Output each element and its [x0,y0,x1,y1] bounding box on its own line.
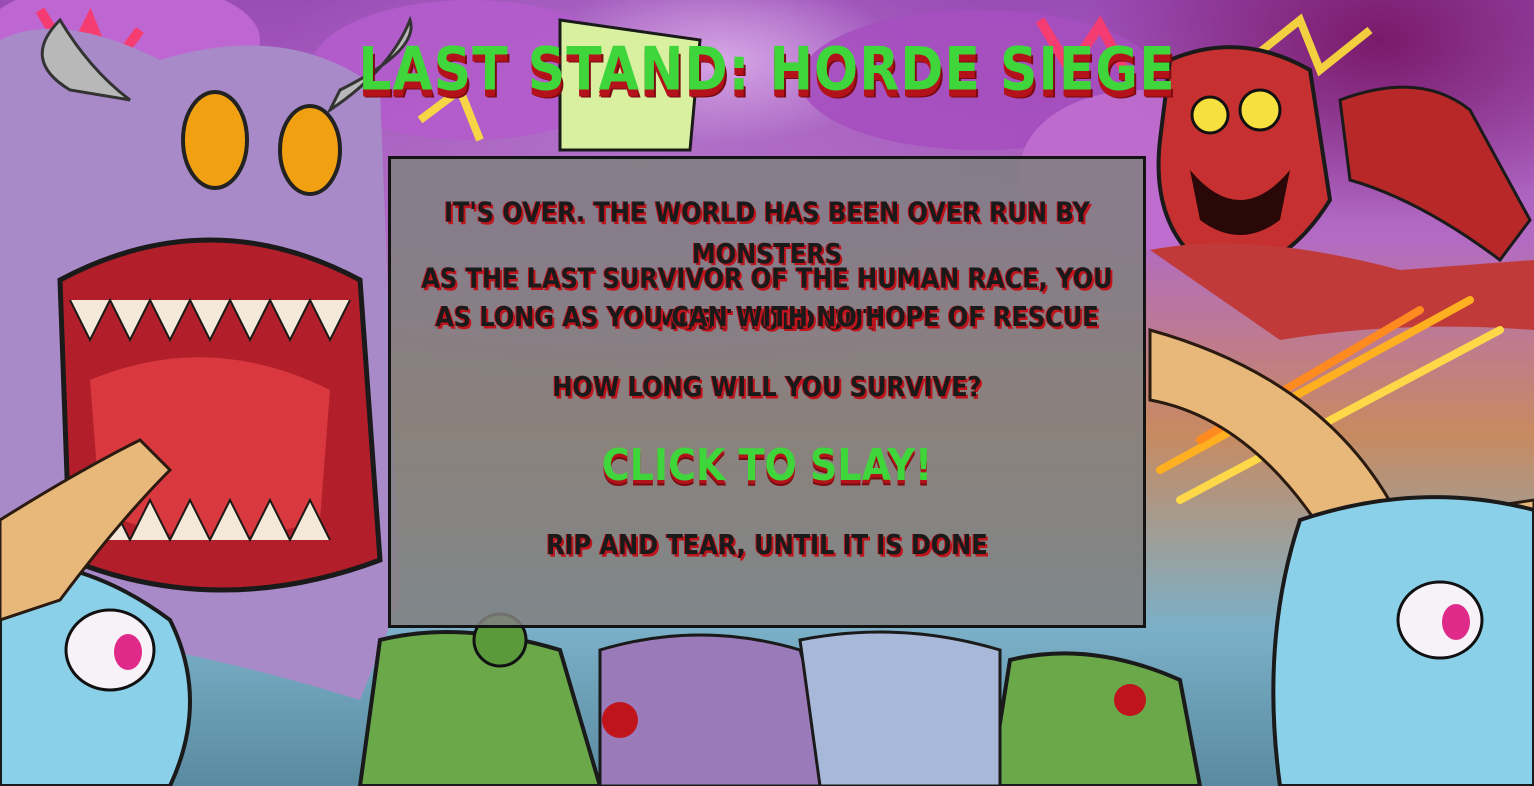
intro-panel: IT'S OVER. THE WORLD HAS BEEN OVER RUN B… [388,156,1146,628]
intro-line-no-rescue: AS LONG AS YOU CAN WITH NO HOPE OF RESCU… [435,300,1099,334]
game-title: LAST STAND: HORDE SIEGE [358,35,1176,105]
start-game-button[interactable]: CLICK TO SLAY! [391,440,1143,491]
intro-line-how-long: HOW LONG WILL YOU SURVIVE? [552,370,982,404]
intro-tagline: RIP AND TEAR, UNTIL IT IS DONE [546,528,988,562]
